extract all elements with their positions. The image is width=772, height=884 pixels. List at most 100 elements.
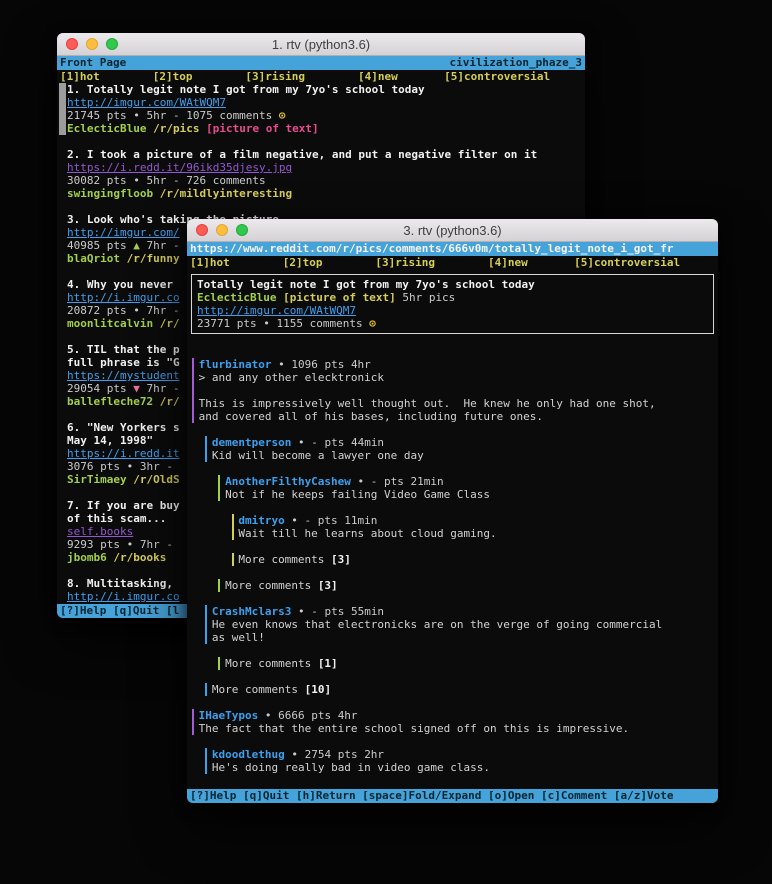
minimize-button[interactable] xyxy=(86,38,98,50)
gilded-icon: ⊙ xyxy=(279,109,286,122)
comment-author-text: AnotherFilthyCashew xyxy=(225,475,351,488)
zoom-button[interactable] xyxy=(106,38,118,50)
submission-row[interactable]: 30082 pts • 5hr - 726 comments xyxy=(57,174,585,187)
comment-row[interactable]: Not if he keeps failing Video Game Class xyxy=(187,488,718,501)
comment-row[interactable]: > and any other elecktronick xyxy=(187,371,718,384)
row-text: AnotherFilthyCashew • - pts 21min xyxy=(187,475,718,488)
window-titlebar[interactable]: 1. rtv (python3.6) xyxy=(57,33,585,56)
comment-row[interactable]: CrashMclars3 • - pts 55min xyxy=(187,605,718,618)
submission-row[interactable]: http://imgur.com/WAtWQM7 xyxy=(57,96,585,109)
submission-box-row[interactable]: 23771 pts • 1155 comments ⊙ xyxy=(193,317,712,330)
comment-row[interactable]: More comments [3] xyxy=(187,579,718,592)
comment-depth-bar xyxy=(205,761,207,774)
row-text: Not if he keeps failing Video Game Class xyxy=(187,488,718,501)
username-text: blaQriot xyxy=(67,252,120,265)
row-text: 30082 pts • 5hr - 726 comments xyxy=(57,174,585,187)
comment-row[interactable]: This is impressively well thought out. H… xyxy=(187,397,718,410)
row-text: This is impressively well thought out. H… xyxy=(187,397,718,410)
comment-row[interactable]: He's doing really bad in video game clas… xyxy=(187,761,718,774)
comment-depth-bar xyxy=(192,722,194,735)
comment-body-text: The fact that the entire school signed o… xyxy=(199,722,629,735)
subreddit-text: /r/books xyxy=(107,551,167,564)
url-link[interactable]: http://imgur.com/WAtWQM7 xyxy=(197,304,356,317)
subreddit-text: /r/funny xyxy=(120,252,180,265)
submission-box-row[interactable]: Totally legit note I got from my 7yo's s… xyxy=(193,278,712,291)
row-text: More comments [3] xyxy=(187,553,718,566)
url-link[interactable]: http://imgur.com/WAtWQM7 xyxy=(67,96,226,109)
comment-row[interactable]: More comments [10] xyxy=(187,683,718,696)
row-text: http://imgur.com/WAtWQM7 xyxy=(57,96,585,109)
meta-text: 30082 pts • 5hr - 726 comments xyxy=(67,174,266,187)
submission-row[interactable]: 2. I took a picture of a film negative, … xyxy=(57,148,585,161)
submission-row[interactable]: https://i.redd.it/96ikd35djesy.jpg xyxy=(57,161,585,174)
submission-title-text: 2. I took a picture of a film negative, … xyxy=(67,148,537,161)
comment-row[interactable]: Kid will become a lawyer one day xyxy=(187,449,718,462)
submission-row[interactable]: 21745 pts • 5hr - 1075 comments ⊙ xyxy=(57,109,585,122)
blank-row xyxy=(187,670,718,683)
comment-depth-bar xyxy=(205,605,207,618)
comment-row[interactable]: IHaeTypos • 6666 pts 4hr xyxy=(187,709,718,722)
close-button[interactable] xyxy=(66,38,78,50)
row-text: swingingfloob /r/mildlyinteresting xyxy=(57,187,585,200)
comment-row[interactable]: He even knows that electronicks are on t… xyxy=(187,618,718,631)
comment-author-text: IHaeTypos xyxy=(199,709,259,722)
comment-row[interactable]: AnotherFilthyCashew • - pts 21min xyxy=(187,475,718,488)
meta-text: 9293 pts • 7hr - xyxy=(67,538,180,551)
minimize-button[interactable] xyxy=(216,224,228,236)
visited-url-link[interactable]: https://i.redd.it/96ikd35djesy.jpg xyxy=(67,161,292,174)
submission-box-row[interactable]: EclecticBlue [picture of text] 5hr pics xyxy=(193,291,712,304)
submission-row[interactable]: swingingfloob /r/mildlyinteresting xyxy=(57,187,585,200)
traffic-lights xyxy=(66,33,118,55)
meta-text: • 2754 pts 2hr xyxy=(285,748,384,761)
comment-row[interactable]: More comments [3] xyxy=(187,553,718,566)
submission-row[interactable]: EclecticBlue /r/pics [picture of text] xyxy=(57,122,585,135)
url-link[interactable]: http://imgur.com/ xyxy=(67,226,180,239)
row-text: Kid will become a lawyer one day xyxy=(187,449,718,462)
comment-body-text: Not if he keeps failing Video Game Class xyxy=(225,488,490,501)
selection-cursor-bar xyxy=(59,96,66,109)
submission-box-row[interactable]: http://imgur.com/WAtWQM7 xyxy=(193,304,712,317)
comment-depth-bar xyxy=(192,397,194,410)
row-text: and covered all of his bases, including … xyxy=(187,410,718,423)
gilded-icon: ⊙ xyxy=(369,317,376,330)
comment-row[interactable]: More comments [1] xyxy=(187,657,718,670)
comment-row[interactable]: flurbinator • 1096 pts 4hr xyxy=(187,358,718,371)
comment-row[interactable]: kdoodlethug • 2754 pts 2hr xyxy=(187,748,718,761)
comment-depth-bar xyxy=(218,475,220,488)
comment-row[interactable]: as well! xyxy=(187,631,718,644)
comment-body-text: and covered all of his bases, including … xyxy=(199,410,543,423)
window-titlebar[interactable]: 3. rtv (python3.6) xyxy=(187,219,718,242)
comment-row[interactable]: The fact that the entire school signed o… xyxy=(187,722,718,735)
row-text: as well! xyxy=(187,631,718,644)
row-text: IHaeTypos • 6666 pts 4hr xyxy=(187,709,718,722)
row-text: dementperson • - pts 44min xyxy=(187,436,718,449)
comment-row[interactable]: Wait till he learns about cloud gaming. xyxy=(187,527,718,540)
visited-url-link[interactable]: self.books xyxy=(67,525,133,538)
submission-box[interactable]: Totally legit note I got from my 7yo's s… xyxy=(191,274,714,334)
window-title: 3. rtv (python3.6) xyxy=(403,223,501,238)
submission-title-text: 4. Why you never xyxy=(67,278,180,291)
url-link[interactable]: https://i.redd.it xyxy=(67,447,180,460)
username-text: EclecticBlue xyxy=(197,291,276,304)
submission-title-text: 1. Totally legit note I got from my 7yo'… xyxy=(67,83,425,96)
blank-row xyxy=(187,384,718,397)
url-link[interactable]: http://i.imgur.co xyxy=(67,590,180,603)
row-text: More comments [3] xyxy=(187,579,718,592)
comment-depth-bar xyxy=(218,488,220,501)
row-text: He's doing really bad in video game clas… xyxy=(187,761,718,774)
sort-tabs[interactable]: [1]hot [2]top [3]rising [4]new [5]contro… xyxy=(57,70,585,83)
comment-row[interactable]: dementperson • - pts 44min xyxy=(187,436,718,449)
comment-row[interactable]: dmitryo • - pts 11min xyxy=(187,514,718,527)
zoom-button[interactable] xyxy=(236,224,248,236)
meta-text: 5hr pics xyxy=(396,291,456,304)
url-link[interactable]: http://i.imgur.co xyxy=(67,291,180,304)
comment-depth-bar xyxy=(205,449,207,462)
meta-text: 3076 pts • 3hr - xyxy=(67,460,180,473)
close-button[interactable] xyxy=(196,224,208,236)
submission-row[interactable]: 1. Totally legit note I got from my 7yo'… xyxy=(57,83,585,96)
help-bar: [?]Help [q]Quit [h]Return [space]Fold/Ex… xyxy=(187,789,718,803)
comment-row[interactable]: and covered all of his bases, including … xyxy=(187,410,718,423)
comment-author-text: kdoodlethug xyxy=(212,748,285,761)
url-link[interactable]: https://mystudent xyxy=(67,369,180,382)
sort-tabs[interactable]: [1]hot [2]top [3]rising [4]new [5]contro… xyxy=(187,256,718,269)
